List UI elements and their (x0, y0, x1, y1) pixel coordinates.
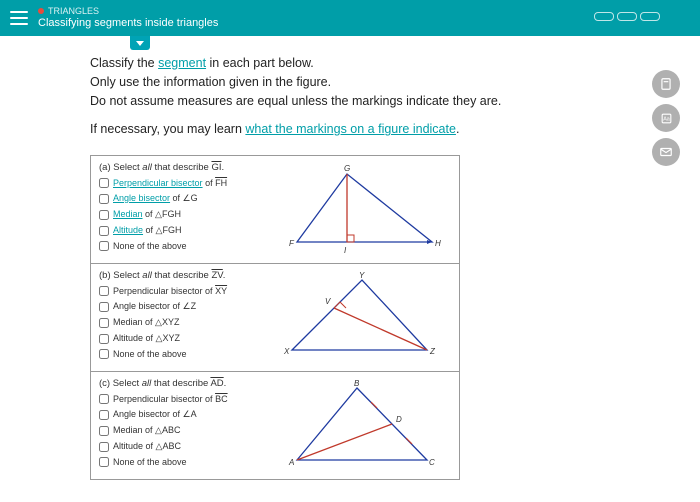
side-toolbar: Aa (652, 70, 680, 166)
option-label: Median of △ABC (113, 425, 180, 436)
option-c-1[interactable]: Angle bisector of ∠A (99, 409, 264, 420)
problem-box: (a) Select all that describe GI. Perpendi… (90, 155, 460, 480)
checkbox-c-1[interactable] (99, 410, 109, 420)
option-c-3[interactable]: Altitude of △ABC (99, 441, 264, 452)
option-b-0[interactable]: Perpendicular bisector of XY (99, 286, 264, 296)
option-label: Perpendicular bisector of XY (113, 286, 227, 296)
progress-seg (594, 12, 614, 21)
option-label: Perpendicular bisector of BC (113, 394, 228, 404)
option-label: Median of △XYZ (113, 317, 179, 328)
svg-text:Z: Z (429, 347, 436, 356)
checkbox-c-3[interactable] (99, 442, 109, 452)
header-titles: TRIANGLES Classifying segments inside tr… (38, 6, 218, 30)
svg-text:C: C (429, 458, 435, 467)
instruction-text: Only use the information given in the fi… (90, 75, 331, 89)
instruction-text: in each part below. (206, 56, 314, 70)
svg-text:I: I (344, 246, 347, 255)
calculator-button[interactable] (652, 70, 680, 98)
part-c: (c) Select all that describe AD. Perpendi… (91, 372, 459, 479)
part-a: (a) Select all that describe GI. Perpendi… (91, 156, 459, 264)
svg-text:A: A (288, 458, 294, 467)
option-a-1[interactable]: Angle bisector of ∠G (99, 193, 264, 204)
checkbox-c-2[interactable] (99, 426, 109, 436)
instruction-text: If necessary, you may learn (90, 122, 245, 136)
options-a: (a) Select all that describe GI. Perpendi… (99, 162, 264, 257)
checkbox-a-3[interactable] (99, 226, 109, 236)
option-b-2[interactable]: Median of △XYZ (99, 317, 264, 328)
option-label: Median of △FGH (113, 209, 181, 220)
options-c: (c) Select all that describe AD. Perpendi… (99, 378, 264, 473)
option-a-2[interactable]: Median of △FGH (99, 209, 264, 220)
svg-text:V: V (325, 297, 331, 306)
checkbox-c-0[interactable] (99, 394, 109, 404)
markings-link[interactable]: what the markings on a figure indicate (245, 122, 456, 136)
instruction-text: Do not assume measures are equal unless … (90, 94, 501, 108)
prompt-c: (c) Select all that describe AD. (99, 378, 264, 389)
option-a-0[interactable]: Perpendicular bisector of FH (99, 178, 264, 188)
svg-text:X: X (283, 347, 290, 356)
option-label: None of the above (113, 457, 187, 467)
option-a-4[interactable]: None of the above (99, 241, 264, 251)
progress-seg (640, 12, 660, 21)
segment-link[interactable]: segment (158, 56, 206, 70)
dropdown-toggle[interactable] (130, 36, 150, 50)
checkbox-b-2[interactable] (99, 318, 109, 328)
dictionary-button[interactable]: Aa (652, 104, 680, 132)
checkbox-b-4[interactable] (99, 349, 109, 359)
instruction-text: . (456, 122, 459, 136)
option-label: None of the above (113, 241, 187, 251)
figure-c: B A C D (270, 378, 453, 473)
content-area: Classify the segment in each part below.… (0, 36, 700, 480)
option-label: Altitude of △FGH (113, 225, 181, 236)
svg-text:Aa: Aa (663, 116, 670, 122)
svg-text:B: B (354, 379, 360, 388)
svg-text:Y: Y (359, 271, 365, 280)
page-title: Classifying segments inside triangles (38, 17, 218, 30)
svg-text:F: F (289, 239, 295, 248)
option-label: Angle bisector of ∠G (113, 193, 198, 204)
instruction-text: Classify the (90, 56, 158, 70)
option-label: None of the above (113, 349, 187, 359)
option-c-4[interactable]: None of the above (99, 457, 264, 467)
instructions: Classify the segment in each part below.… (90, 54, 610, 139)
option-label: Perpendicular bisector of FH (113, 178, 227, 188)
option-c-2[interactable]: Median of △ABC (99, 425, 264, 436)
option-c-0[interactable]: Perpendicular bisector of BC (99, 394, 264, 404)
svg-text:D: D (396, 415, 402, 424)
menu-icon[interactable] (10, 11, 28, 25)
category-dot-icon (38, 8, 44, 14)
checkbox-a-4[interactable] (99, 241, 109, 251)
svg-text:H: H (435, 239, 441, 248)
option-label: Altitude of △XYZ (113, 333, 180, 344)
prompt-a: (a) Select all that describe GI. (99, 162, 264, 173)
prompt-b: (b) Select all that describe ZV. (99, 270, 264, 281)
figure-a: G F H I (270, 162, 453, 257)
checkbox-a-2[interactable] (99, 210, 109, 220)
checkbox-b-1[interactable] (99, 302, 109, 312)
progress-indicator (594, 12, 660, 21)
option-b-3[interactable]: Altitude of △XYZ (99, 333, 264, 344)
category-label: TRIANGLES (48, 6, 99, 17)
progress-seg (617, 12, 637, 21)
checkbox-a-1[interactable] (99, 194, 109, 204)
option-a-3[interactable]: Altitude of △FGH (99, 225, 264, 236)
option-b-1[interactable]: Angle bisector of ∠Z (99, 301, 264, 312)
part-b: (b) Select all that describe ZV. Perpendi… (91, 264, 459, 372)
svg-text:G: G (344, 164, 350, 173)
option-label: Altitude of △ABC (113, 441, 181, 452)
option-b-4[interactable]: None of the above (99, 349, 264, 359)
checkbox-b-0[interactable] (99, 286, 109, 296)
checkbox-a-0[interactable] (99, 178, 109, 188)
app-header: TRIANGLES Classifying segments inside tr… (0, 0, 700, 36)
checkbox-b-3[interactable] (99, 334, 109, 344)
figure-b: Y X Z V (270, 270, 453, 365)
option-label: Angle bisector of ∠A (113, 409, 197, 420)
header-category: TRIANGLES (38, 6, 218, 17)
option-label: Angle bisector of ∠Z (113, 301, 196, 312)
options-b: (b) Select all that describe ZV. Perpendi… (99, 270, 264, 365)
checkbox-c-4[interactable] (99, 457, 109, 467)
mail-button[interactable] (652, 138, 680, 166)
